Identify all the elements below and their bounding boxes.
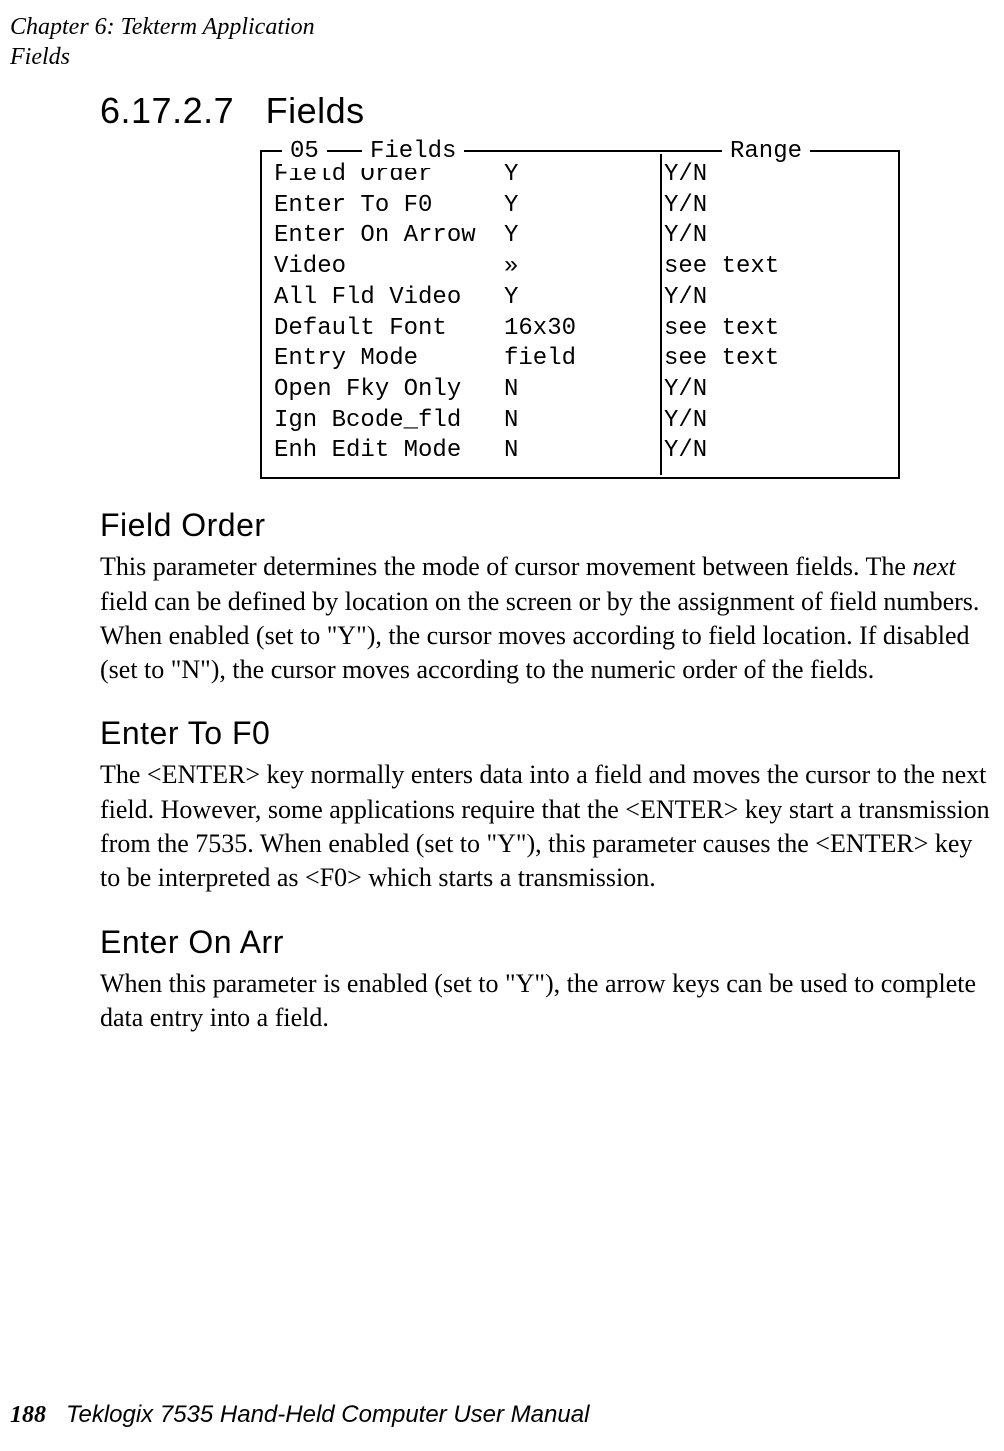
running-head-line1: Chapter 6: Tekterm Application [10, 12, 315, 42]
table-row: Open Fky Only N Y/N [274, 375, 886, 406]
row-range: see text [664, 314, 886, 345]
paragraph-part: This parameter determines the mode of cu… [100, 552, 912, 581]
section-heading: 6.17.2.7 Fields [100, 90, 999, 132]
row-value: » [504, 252, 664, 283]
row-range: see text [664, 344, 886, 375]
row-range: see text [664, 252, 886, 283]
row-value: Y [504, 191, 664, 222]
paragraph-emph: next [912, 552, 955, 581]
row-value: N [504, 375, 664, 406]
box-divider [660, 154, 662, 475]
row-label: Enh Edit Mode [274, 436, 504, 467]
row-value: N [504, 406, 664, 437]
row-range: Y/N [664, 221, 886, 252]
table-row: Video » see text [274, 252, 886, 283]
row-label: Entry Mode [274, 344, 504, 375]
fields-box: 05 Fields Range Field Order Y Y/N Enter … [260, 150, 900, 479]
running-head-line2: Fields [10, 42, 315, 72]
section-number: 6.17.2.7 [100, 90, 234, 131]
subheading-enter-on-arr: Enter On Arr [100, 924, 999, 961]
table-row: Enter To F0 Y Y/N [274, 191, 886, 222]
row-label: Enter On Arrow [274, 221, 504, 252]
box-legend-range: Range [722, 137, 810, 168]
box-legend-title: Fields [362, 137, 464, 168]
row-range: Y/N [664, 191, 886, 222]
row-value: Y [504, 160, 664, 191]
row-label: Open Fky Only [274, 375, 504, 406]
row-label: Ign Bcode_fld [274, 406, 504, 437]
row-range: Y/N [664, 436, 886, 467]
row-value: Y [504, 221, 664, 252]
row-label: All Fld Video [274, 283, 504, 314]
table-row: Enter On Arrow Y Y/N [274, 221, 886, 252]
page-footer: 188 Teklogix 7535 Hand-Held Computer Use… [10, 1401, 589, 1429]
table-row: Entry Mode field see text [274, 344, 886, 375]
row-range: Y/N [664, 406, 886, 437]
paragraph-part: field can be defined by location on the … [100, 587, 979, 685]
row-value: N [504, 436, 664, 467]
section-title: Fields [266, 90, 365, 131]
box-legend-num: 05 [282, 137, 327, 168]
row-label: Enter To F0 [274, 191, 504, 222]
row-label: Default Font [274, 314, 504, 345]
table-row: Default Font 16x30 see text [274, 314, 886, 345]
row-range: Y/N [664, 283, 886, 314]
subheading-field-order: Field Order [100, 507, 999, 544]
row-label: Video [274, 252, 504, 283]
row-value: 16x30 [504, 314, 664, 345]
table-row: All Fld Video Y Y/N [274, 283, 886, 314]
row-value: field [504, 344, 664, 375]
subheading-enter-to-f0: Enter To F0 [100, 715, 999, 752]
paragraph-enter-on-arr: When this parameter is enabled (set to "… [100, 967, 999, 1036]
table-row: Enh Edit Mode N Y/N [274, 436, 886, 467]
page-number: 188 [10, 1402, 46, 1428]
row-range: Y/N [664, 375, 886, 406]
footer-text: Teklogix 7535 Hand-Held Computer User Ma… [66, 1401, 589, 1428]
row-value: Y [504, 283, 664, 314]
paragraph-enter-to-f0: The <ENTER> key normally enters data int… [100, 758, 999, 895]
paragraph-field-order: This parameter determines the mode of cu… [100, 550, 999, 687]
table-row: Ign Bcode_fld N Y/N [274, 406, 886, 437]
running-head: Chapter 6: Tekterm Application Fields [10, 12, 315, 72]
